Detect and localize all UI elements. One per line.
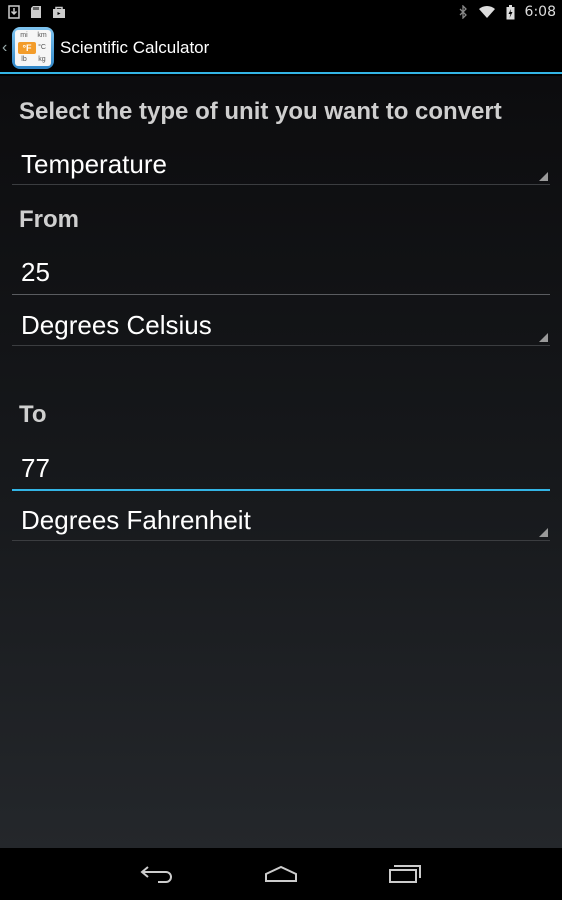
icon-cell: kg xyxy=(38,56,46,63)
icon-cell: km xyxy=(37,32,47,39)
app-icon[interactable]: mi km °C lb kg °F xyxy=(12,27,54,69)
shopping-bag-icon xyxy=(52,5,66,19)
recents-icon[interactable] xyxy=(382,859,428,889)
to-value-text: 77 xyxy=(21,453,50,483)
download-icon xyxy=(8,5,20,19)
clock: 6:08 xyxy=(524,4,556,20)
home-icon[interactable] xyxy=(258,859,304,889)
icon-cell: mi xyxy=(20,32,28,39)
dropdown-arrow-icon xyxy=(539,528,548,537)
to-unit-value: Degrees Fahrenheit xyxy=(21,505,251,535)
battery-icon xyxy=(506,4,515,20)
from-value-input[interactable]: 25 xyxy=(12,257,550,295)
unit-type-label: Select the type of unit you want to conv… xyxy=(19,98,502,125)
status-bar: 6:08 xyxy=(0,0,562,24)
bluetooth-icon xyxy=(458,5,468,19)
to-value-input[interactable]: 77 xyxy=(12,453,550,491)
unit-type-spinner[interactable]: Temperature xyxy=(12,149,550,185)
dropdown-arrow-icon xyxy=(539,333,548,342)
back-icon[interactable] xyxy=(134,859,180,889)
from-value-text: 25 xyxy=(21,257,50,287)
converter-form: Select the type of unit you want to conv… xyxy=(0,76,562,848)
from-unit-spinner[interactable]: Degrees Celsius xyxy=(12,310,550,346)
dropdown-arrow-icon xyxy=(539,172,548,181)
navigation-bar xyxy=(0,848,562,900)
up-chevron-icon[interactable]: ‹ xyxy=(2,39,12,57)
to-unit-spinner[interactable]: Degrees Fahrenheit xyxy=(12,505,550,541)
wifi-icon xyxy=(478,5,496,19)
app-title: Scientific Calculator xyxy=(60,38,210,57)
action-bar: ‹ mi km °C lb kg °F Scientific Calculato… xyxy=(0,24,562,74)
unit-type-value: Temperature xyxy=(21,149,167,179)
sd-card-icon xyxy=(30,5,42,19)
icon-cell: lb xyxy=(21,56,27,63)
icon-badge: °F xyxy=(18,42,36,54)
from-label: From xyxy=(19,206,79,233)
to-label: To xyxy=(19,401,47,428)
from-unit-value: Degrees Celsius xyxy=(21,310,212,340)
